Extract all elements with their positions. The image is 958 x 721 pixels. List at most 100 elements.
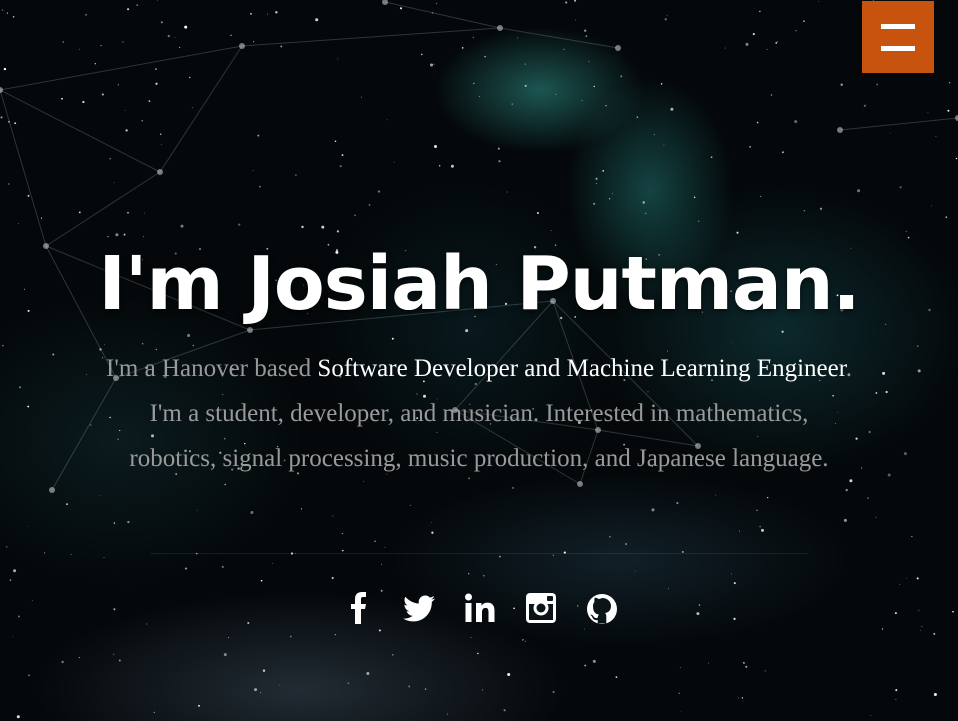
star	[581, 100, 583, 102]
constellation-line	[0, 89, 47, 247]
star	[933, 693, 937, 696]
star	[733, 582, 736, 585]
star	[439, 165, 441, 167]
star	[146, 623, 148, 625]
star	[498, 555, 501, 558]
star	[90, 424, 92, 426]
star	[1, 9, 4, 11]
star	[28, 674, 30, 677]
star	[512, 486, 515, 489]
star	[875, 516, 877, 518]
star	[104, 344, 105, 346]
star	[517, 37, 519, 39]
star	[738, 697, 740, 699]
menu-button[interactable]	[862, 1, 934, 73]
star	[895, 698, 897, 700]
star	[803, 209, 806, 212]
star	[611, 192, 613, 194]
star	[260, 579, 263, 582]
star	[920, 630, 921, 631]
star	[122, 41, 124, 43]
star	[651, 508, 655, 512]
star	[585, 35, 588, 38]
star	[743, 700, 744, 702]
star	[127, 211, 129, 214]
star	[574, 0, 577, 2]
hero-headline: I'm Josiah Putman.	[98, 241, 860, 327]
star	[885, 390, 888, 394]
star	[13, 569, 17, 573]
star	[903, 452, 907, 456]
star	[595, 183, 597, 184]
instagram-icon	[526, 593, 556, 623]
star	[698, 220, 700, 222]
star	[794, 120, 798, 124]
star	[295, 174, 297, 176]
star	[101, 93, 104, 96]
star	[127, 8, 130, 11]
star	[843, 518, 847, 522]
star	[392, 654, 394, 656]
star	[760, 195, 762, 197]
star	[19, 386, 22, 389]
instagram-link[interactable]	[523, 588, 559, 628]
star	[575, 19, 576, 21]
star	[127, 520, 130, 524]
star	[341, 154, 344, 157]
star	[524, 84, 527, 87]
twitter-link[interactable]	[401, 588, 437, 628]
star	[82, 100, 85, 104]
star	[12, 15, 15, 18]
star	[708, 662, 709, 664]
star	[300, 508, 303, 510]
star	[167, 34, 170, 38]
github-link[interactable]	[584, 588, 620, 628]
constellation-line	[241, 27, 501, 47]
hamburger-icon-bar	[881, 24, 915, 29]
star	[736, 231, 739, 234]
facebook-link[interactable]	[340, 588, 376, 628]
star	[867, 497, 869, 499]
star	[818, 0, 820, 2]
star	[436, 2, 438, 5]
star	[424, 688, 427, 690]
star	[615, 676, 618, 678]
star	[155, 82, 158, 85]
star	[472, 36, 475, 39]
star	[845, 488, 848, 492]
star	[584, 664, 587, 667]
star	[118, 659, 121, 662]
constellation-line	[0, 89, 161, 173]
star	[511, 103, 513, 105]
star	[642, 201, 645, 204]
star	[100, 495, 101, 496]
star	[625, 543, 627, 545]
star	[224, 483, 226, 486]
star	[2, 344, 4, 347]
star	[342, 549, 344, 552]
intro-text-start: I'm a Hanover based	[106, 355, 318, 382]
star	[775, 41, 778, 44]
star	[61, 660, 64, 664]
star	[678, 692, 680, 695]
star	[189, 76, 191, 79]
star	[524, 63, 527, 65]
star	[745, 42, 749, 46]
twitter-icon	[403, 595, 435, 622]
star	[593, 202, 596, 205]
star	[536, 212, 539, 214]
star	[279, 684, 281, 686]
star	[479, 95, 481, 97]
star	[563, 48, 565, 50]
star	[470, 636, 472, 638]
star	[250, 511, 254, 514]
star	[124, 109, 126, 111]
linkedin-link[interactable]	[462, 588, 498, 628]
star	[100, 45, 102, 47]
constellation-node	[577, 481, 583, 487]
star	[482, 574, 485, 577]
constellation-node	[497, 25, 503, 31]
intro-role-highlight: Software Developer and Machine Learning …	[317, 355, 846, 382]
star	[103, 557, 105, 559]
star	[52, 353, 55, 356]
